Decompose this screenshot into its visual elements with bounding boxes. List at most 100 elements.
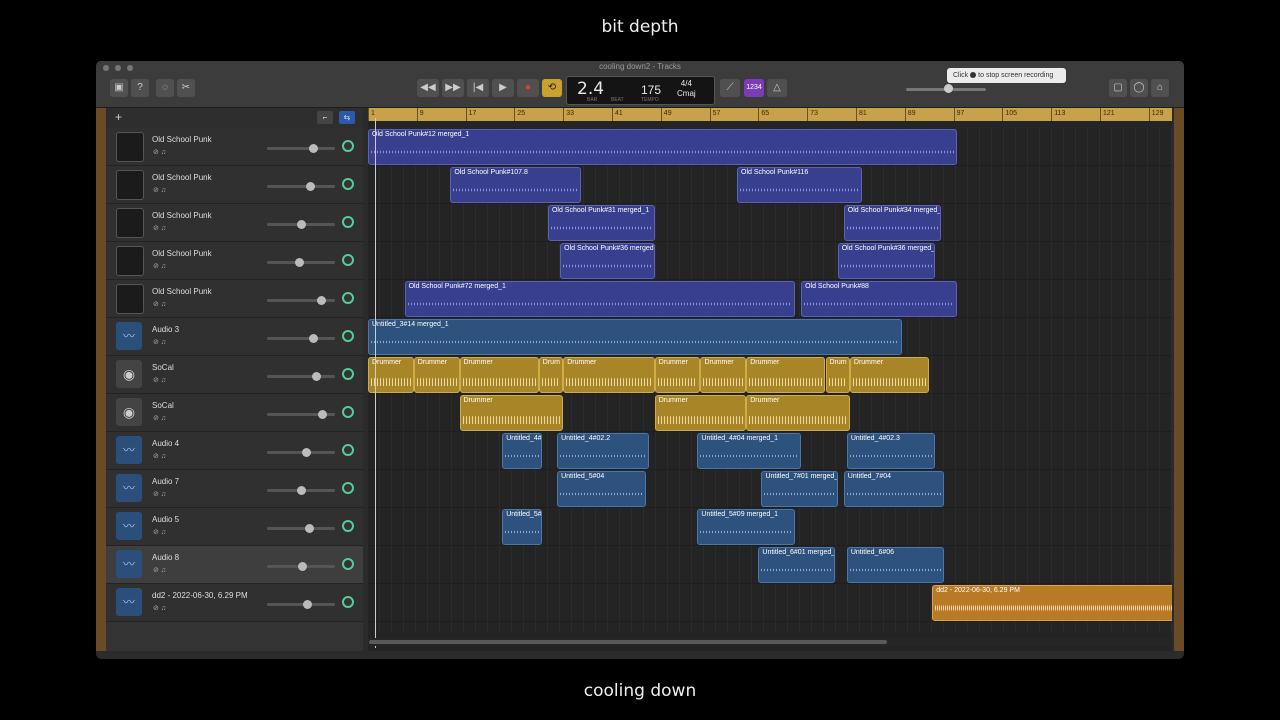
pan-knob[interactable]	[342, 292, 354, 304]
pan-knob[interactable]	[342, 330, 354, 342]
audio-region[interactable]: Old School Punk#88	[801, 281, 957, 317]
track-header[interactable]: Old School Punk ⊘ ♫	[106, 128, 363, 166]
audio-region[interactable]: Old School Punk#36 merged_	[837, 243, 936, 279]
pan-knob[interactable]	[342, 558, 354, 570]
track-volume-slider[interactable]	[267, 220, 335, 229]
pan-knob[interactable]	[342, 216, 354, 228]
metronome-button[interactable]: △	[767, 79, 787, 97]
pan-knob[interactable]	[342, 254, 354, 266]
pan-knob[interactable]	[342, 368, 354, 380]
mute-solo-icons[interactable]: ⊘ ♫	[153, 490, 166, 498]
track-header[interactable]: 〰 dd2 - 2022-06-30, 6.29 PM ⊘ ♫	[106, 584, 363, 622]
mute-solo-icons[interactable]: ⊘ ♫	[153, 414, 166, 422]
track-volume-slider[interactable]	[267, 334, 335, 343]
play-button[interactable]: ▶	[492, 79, 514, 97]
audio-region[interactable]: Untitled_7#04	[843, 471, 945, 507]
audio-region[interactable]: Untitled_3#14 merged_1	[368, 319, 902, 355]
scrollbar-thumb[interactable]	[369, 640, 887, 644]
audio-region[interactable]: Untitled_4#04 merged_1	[697, 433, 802, 469]
timeline-ruler[interactable]: 191725334149576573818997105113121129137	[368, 108, 1172, 121]
pan-knob[interactable]	[342, 140, 354, 152]
volume-knob[interactable]	[309, 144, 318, 153]
smart-controls-button[interactable]: ◌	[156, 79, 174, 97]
mute-solo-icons[interactable]: ⊘ ♫	[153, 528, 166, 536]
drummer-region[interactable]: Drummer	[746, 357, 826, 393]
audio-region[interactable]: Untitled_5#04	[557, 471, 646, 507]
track-volume-slider[interactable]	[267, 448, 335, 457]
volume-knob[interactable]	[318, 410, 327, 419]
drummer-region[interactable]: Drummer	[849, 357, 930, 393]
drummer-region[interactable]: Drummer	[563, 357, 655, 393]
track-header[interactable]: Old School Punk ⊘ ♫	[106, 204, 363, 242]
drummer-region[interactable]: Drummer	[654, 395, 747, 431]
track-header[interactable]: ◉ SoCal ⊘ ♫	[106, 356, 363, 394]
mute-solo-icons[interactable]: ⊘ ♫	[153, 148, 166, 156]
mute-solo-icons[interactable]: ⊘ ♫	[153, 338, 166, 346]
audio-region[interactable]: Untitled_5#	[502, 509, 542, 545]
mute-solo-icons[interactable]: ⊘ ♫	[153, 262, 166, 270]
drummer-region[interactable]: Drummer	[654, 357, 701, 393]
track-header[interactable]: ◉ SoCal ⊘ ♫	[106, 394, 363, 432]
track-lanes[interactable]: Old School Punk#12 merged_1 Old School Pu…	[368, 128, 1172, 632]
track-header[interactable]: 〰 Audio 7 ⊘ ♫	[106, 470, 363, 508]
track-volume-slider[interactable]	[267, 372, 335, 381]
track-volume-slider[interactable]	[267, 182, 335, 191]
pan-knob[interactable]	[342, 444, 354, 456]
audio-region[interactable]: Old School Punk#31 merged_1	[547, 205, 655, 241]
track-header[interactable]: 〰 Audio 5 ⊘ ♫	[106, 508, 363, 546]
drummer-region[interactable]: Drum	[825, 357, 850, 393]
track-volume-slider[interactable]	[267, 296, 335, 305]
drummer-region[interactable]: Drummer	[413, 357, 460, 393]
track-header[interactable]: 〰 Audio 4 ⊘ ♫	[106, 432, 363, 470]
track-header[interactable]: Old School Punk ⊘ ♫	[106, 166, 363, 204]
track-header[interactable]: Old School Punk ⊘ ♫	[106, 242, 363, 280]
pan-knob[interactable]	[342, 520, 354, 532]
track-volume-slider[interactable]	[267, 524, 335, 533]
track-volume-slider[interactable]	[267, 410, 335, 419]
mute-solo-icons[interactable]: ⊘ ♫	[153, 300, 166, 308]
media-browser-button[interactable]: ⌂	[1151, 79, 1169, 97]
add-track-button[interactable]: +	[115, 110, 122, 124]
volume-knob[interactable]	[298, 562, 307, 571]
automation-button[interactable]: ⌐	[317, 111, 333, 124]
lcd-display[interactable]: 2.4 BAR BEAT 175 TEMPO 4/4 Cmaj	[566, 76, 715, 105]
audio-region[interactable]: Old School Punk#116	[737, 167, 863, 203]
master-volume-slider[interactable]	[906, 84, 986, 93]
fast-forward-button[interactable]: ▶▶	[442, 79, 464, 97]
mute-solo-icons[interactable]: ⊘ ♫	[153, 186, 166, 194]
volume-knob[interactable]	[297, 220, 306, 229]
volume-knob[interactable]	[305, 524, 314, 533]
volume-knob[interactable]	[295, 258, 304, 267]
cycle-button[interactable]: ⟲	[542, 79, 562, 97]
mute-solo-icons[interactable]: ⊘ ♫	[153, 376, 166, 384]
mute-solo-icons[interactable]: ⊘ ♫	[153, 224, 166, 232]
pan-knob[interactable]	[342, 178, 354, 190]
track-volume-slider[interactable]	[267, 562, 335, 571]
audio-region[interactable]: Old School Punk#107.8	[450, 167, 582, 203]
rewind-button[interactable]: ◀◀	[417, 79, 439, 97]
audio-region[interactable]: Untitled_6#06	[846, 547, 945, 583]
record-button[interactable]: ●	[517, 79, 539, 97]
volume-knob[interactable]	[309, 334, 318, 343]
drummer-region[interactable]: Drummer	[746, 395, 850, 431]
volume-knob[interactable]	[306, 182, 315, 191]
mute-solo-icons[interactable]: ⊘ ♫	[153, 604, 166, 612]
master-volume-knob[interactable]	[944, 84, 953, 93]
pan-knob[interactable]	[342, 482, 354, 494]
track-volume-slider[interactable]	[267, 600, 335, 609]
count-in-button[interactable]: 1234	[744, 79, 764, 97]
editors-button[interactable]: ✂	[177, 79, 195, 97]
audio-region[interactable]: Untitled_4#02.2	[557, 433, 649, 469]
volume-knob[interactable]	[303, 600, 312, 609]
audio-region[interactable]: Untitled_5#09 merged_1	[697, 509, 795, 545]
notepad-button[interactable]: ▢	[1109, 79, 1127, 97]
catch-playhead-button[interactable]: ⇆	[339, 111, 355, 124]
audio-region[interactable]: Old School Punk#34 merged_1	[843, 205, 942, 241]
volume-knob[interactable]	[312, 372, 321, 381]
audio-region[interactable]: Old School Punk#12 merged_1	[368, 129, 957, 165]
playhead[interactable]	[375, 118, 376, 648]
drummer-region[interactable]: Drummer	[459, 395, 564, 431]
volume-knob[interactable]	[302, 448, 311, 457]
go-to-start-button[interactable]: |◀	[467, 79, 489, 97]
library-button[interactable]: ▣	[110, 79, 128, 97]
